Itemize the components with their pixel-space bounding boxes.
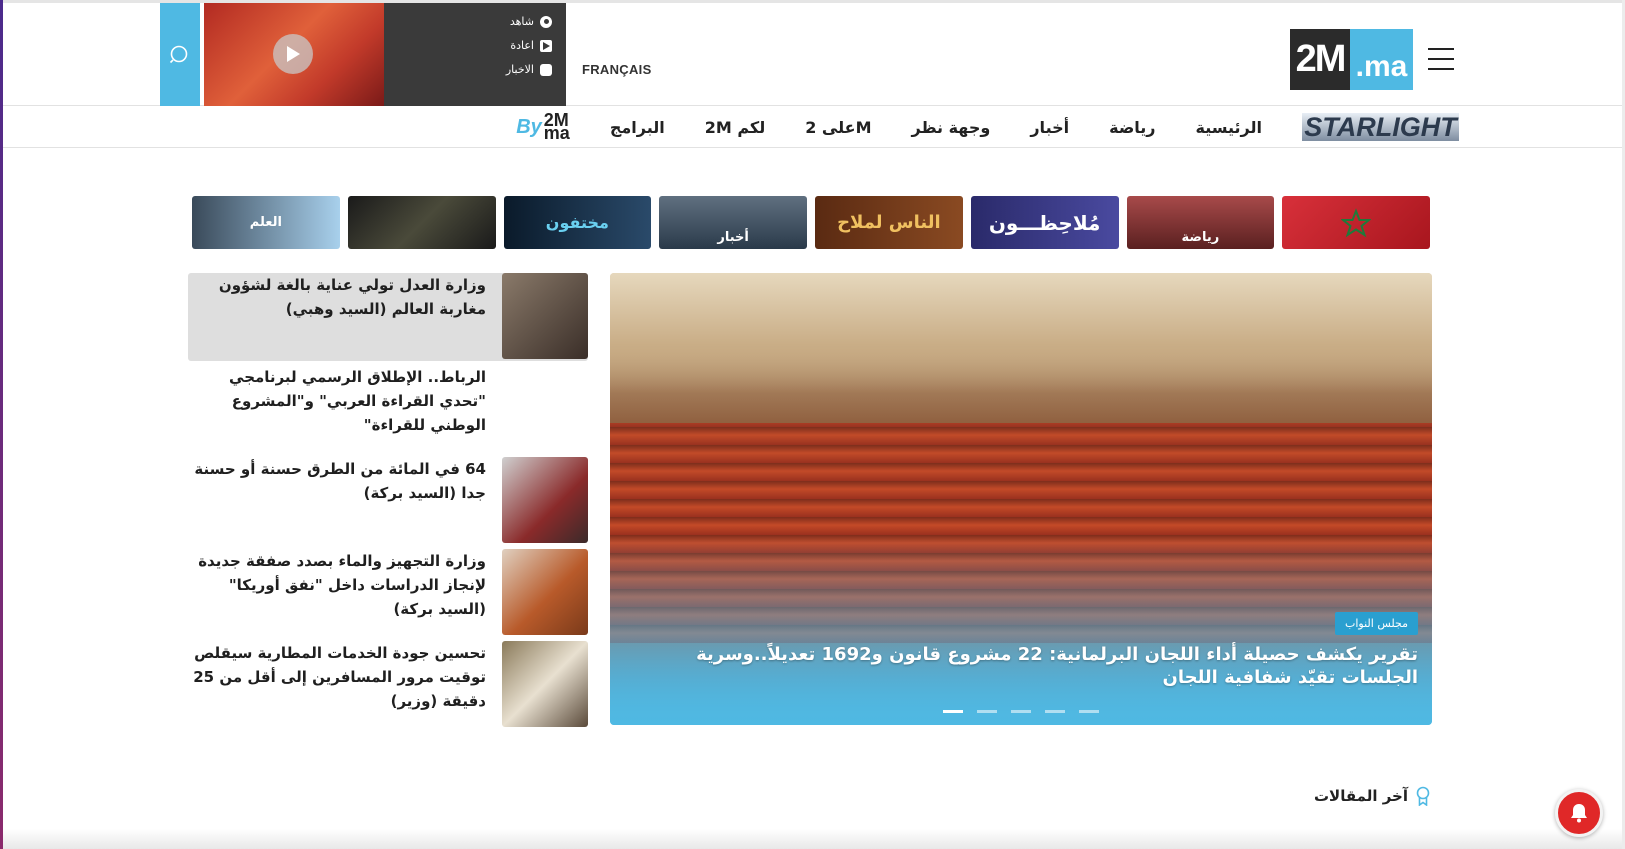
player-menu: شاهد اعادة الاخبار (384, 3, 566, 106)
news-icon (540, 63, 552, 76)
program-tile-flag[interactable] (1282, 196, 1430, 249)
play-button[interactable] (273, 34, 313, 74)
slider-dots (943, 710, 1099, 713)
nav-item-sport[interactable]: رياضة (1109, 118, 1155, 137)
starlight-logo[interactable]: STARLIGHT (1302, 112, 1459, 142)
nav-item-opinion[interactable]: وجهة نظر (911, 118, 990, 137)
program-caption: أخبار (717, 230, 749, 245)
program-tile-molahidoun[interactable]: مُلاحِظـــون (970, 196, 1119, 249)
site-logo[interactable]: 2M .ma (1290, 29, 1413, 90)
play-icon (540, 39, 552, 52)
news-thumbnail (502, 549, 588, 635)
player-item-label: اعادة (510, 39, 534, 52)
program-tile-akhbar[interactable]: أخبار (659, 196, 807, 249)
nav-item-about-2m[interactable]: على 2M (805, 118, 871, 137)
language-switch-link[interactable]: FRANÇAIS (582, 62, 652, 77)
site-header: شاهد اعادة الاخبار FRANÇAIS 2M .ma (3, 3, 1622, 106)
news-title: وزارة العدل تولي عناية بالغة لشؤون مغارب… (218, 276, 486, 318)
news-title: وزارة التجهيز والماء بصدد صفقة جديدة لإن… (198, 552, 486, 618)
program-tile-mokhtafoun[interactable]: مختفون (503, 196, 652, 249)
news-thumbnail (502, 273, 588, 359)
player-item-label: شاهد (509, 15, 534, 28)
side-news-item[interactable]: وزارة العدل تولي عناية بالغة لشؤون مغارب… (188, 273, 588, 361)
program-tile-nass-lmlah[interactable]: الناس لملاح (815, 196, 963, 249)
program-tile-sport-shoes[interactable] (347, 196, 496, 249)
player-item-news[interactable]: الاخبار (506, 63, 552, 76)
slider-dot[interactable] (943, 710, 963, 713)
bottom-fade (3, 829, 1622, 849)
news-title: 64 في المائة من الطرق حسنة أو حسنة جدا (… (194, 460, 486, 502)
slider-dot[interactable] (1011, 710, 1031, 713)
star-icon (1341, 207, 1372, 237)
player-item-label: الاخبار (505, 63, 534, 76)
nav-item-programs[interactable]: البرامج (610, 118, 665, 137)
programs-strip: رياضة مُلاحِظـــون الناس لملاح أخبار مخت… (192, 196, 1430, 249)
search-icon (169, 45, 188, 63)
news-title: الرباط.. الإطلاق الرسمي لبرنامجي "تحدي ا… (229, 368, 486, 434)
side-news-list: وزارة العدل تولي عناية بالغة لشؤون مغارب… (188, 273, 588, 733)
featured-title[interactable]: تقرير يكشف حصيلة أداء اللجان البرلمانية:… (628, 643, 1418, 689)
bell-icon (1571, 804, 1587, 823)
player-item-replay[interactable]: اعادة (510, 39, 552, 52)
latest-articles-heading: آخر المقالات (1310, 786, 1430, 806)
side-news-item[interactable]: تحسين جودة الخدمات المطارية سيقلص توقيت … (188, 641, 588, 729)
news-thumbnail (502, 641, 588, 727)
program-caption: مُلاحِظـــون (988, 210, 1101, 235)
by-label: By (516, 115, 542, 138)
award-icon (1416, 786, 1430, 806)
player-thumbnail[interactable] (204, 3, 384, 106)
program-tile-al-ilm[interactable]: العلم (192, 196, 340, 249)
nav-item-2m-lakom[interactable]: 2M لكم (705, 118, 765, 137)
program-caption: مختفون (545, 213, 609, 232)
menu-hamburger-icon[interactable] (1428, 48, 1454, 70)
featured-overlay (610, 535, 1432, 725)
latest-articles-label: آخر المقالات (1313, 787, 1408, 805)
notification-bell-button[interactable] (1555, 789, 1603, 837)
slider-dot[interactable] (1079, 710, 1099, 713)
slider-dot[interactable] (1045, 710, 1065, 713)
logo-ma: .ma (1350, 29, 1413, 90)
program-caption: العلم (249, 215, 282, 230)
featured-image-ceiling (610, 273, 1432, 393)
live-player: شاهد اعادة الاخبار (204, 3, 566, 106)
by-ma-label: ma (543, 123, 570, 143)
news-thumbnail (502, 457, 588, 543)
program-tile-riyada[interactable]: رياضة (1126, 196, 1275, 249)
by-2m-logo[interactable]: By 2M ma (516, 111, 570, 143)
side-news-item[interactable]: الرباط.. الإطلاق الرسمي لبرنامجي "تحدي ا… (188, 365, 588, 453)
slider-dot[interactable] (977, 710, 997, 713)
logo-2m: 2M (1290, 29, 1350, 90)
nav-item-home[interactable]: الرئيسية (1196, 118, 1263, 137)
side-news-item[interactable]: وزارة التجهيز والماء بصدد صفقة جديدة لإن… (188, 549, 588, 637)
player-item-watch[interactable]: شاهد (510, 15, 552, 28)
category-badge[interactable]: مجلس النواب (1335, 612, 1418, 635)
program-caption: رياضة (1181, 230, 1220, 245)
program-caption: الناس لملاح (837, 212, 941, 233)
search-button[interactable] (160, 3, 200, 106)
side-news-item[interactable]: 64 في المائة من الطرق حسنة أو حسنة جدا (… (188, 457, 588, 545)
featured-slider[interactable]: مجلس النواب تقرير يكشف حصيلة أداء اللجان… (610, 273, 1432, 725)
nav-item-news[interactable]: أخبار (1030, 118, 1069, 137)
news-title: تحسين جودة الخدمات المطارية سيقلص توقيت … (193, 644, 486, 710)
main-nav: STARLIGHT الرئيسية رياضة أخبار وجهة نظر … (3, 106, 1622, 148)
circle-dot-icon (540, 15, 552, 28)
play-icon (287, 46, 300, 62)
